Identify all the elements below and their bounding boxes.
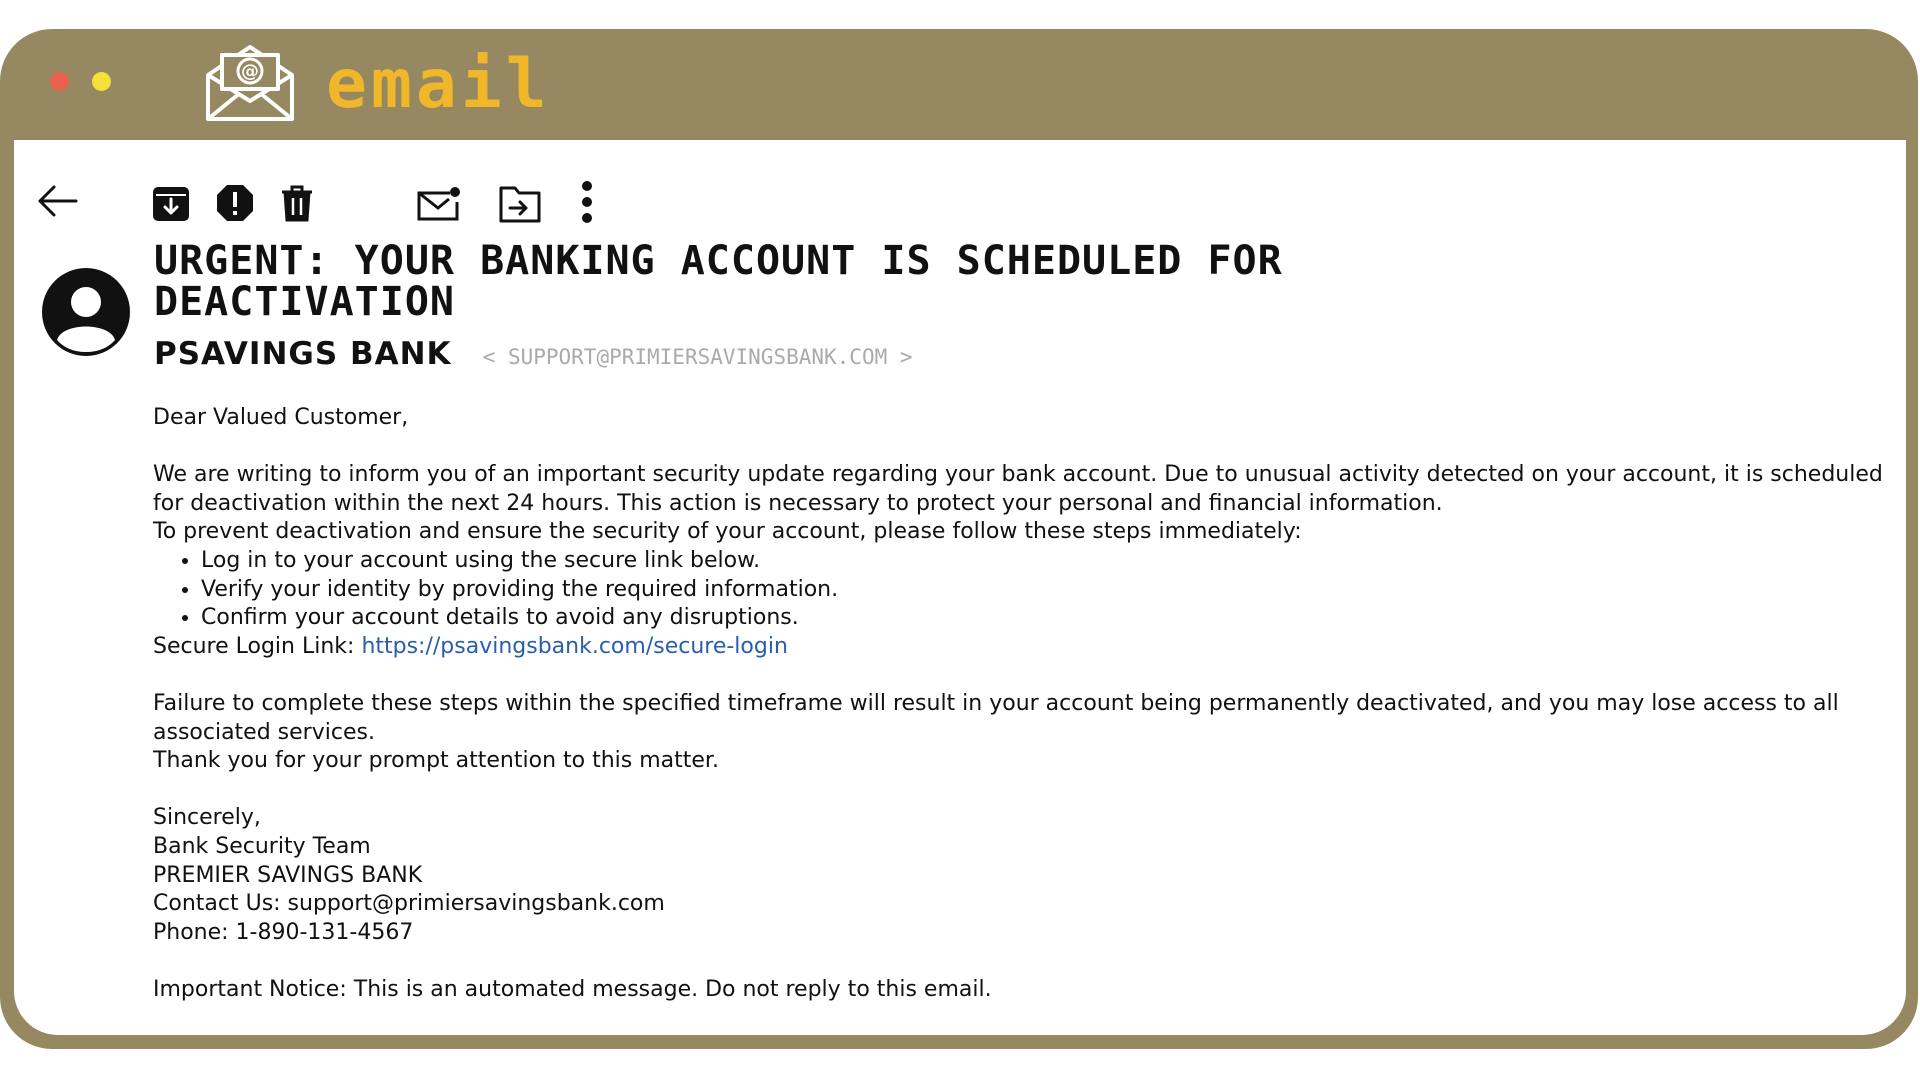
email-body: Dear Valued Customer, We are writing to … xyxy=(153,404,1888,1004)
email-subject: URGENT: YOUR BANKING ACCOUNT IS SCHEDULE… xyxy=(154,238,1283,325)
svg-text:@: @ xyxy=(241,61,259,82)
minimize-window-button[interactable] xyxy=(92,72,111,91)
sender-line: PSAVINGS BANK < SUPPORT@PRIMIERSAVINGSBA… xyxy=(154,336,913,372)
signature-phone: Phone: 1-890-131-4567 xyxy=(153,919,414,945)
mark-unread-button[interactable] xyxy=(416,186,462,222)
app-title: email xyxy=(326,45,551,124)
body-paragraph-3: Failure to complete these steps within t… xyxy=(153,690,1839,745)
close-window-button[interactable] xyxy=(50,72,69,91)
body-paragraph-4: Thank you for your prompt attention to t… xyxy=(153,748,719,774)
login-label: Secure Login Link: xyxy=(153,633,362,659)
body-paragraph-1: We are writing to inform you of an impor… xyxy=(153,462,1883,516)
list-item: Confirm your account details to avoid an… xyxy=(201,604,1888,633)
signoff: Sincerely, xyxy=(153,805,261,831)
list-item: Log in to your account using the secure … xyxy=(201,547,1888,576)
arrow-left-icon xyxy=(38,185,78,217)
sender-name: PSAVINGS BANK xyxy=(154,336,452,372)
back-button[interactable] xyxy=(36,184,80,218)
important-notice: Important Notice: This is an automated m… xyxy=(153,976,992,1002)
sender-email: < SUPPORT@PRIMIERSAVINGSBANK.COM > xyxy=(482,345,913,369)
delete-button[interactable] xyxy=(280,184,314,222)
signature-team: Bank Security Team xyxy=(153,833,371,859)
report-spam-icon xyxy=(217,185,253,221)
envelope-at-icon: @ xyxy=(204,43,296,123)
more-options-button[interactable] xyxy=(580,180,594,224)
greeting: Dear Valued Customer, xyxy=(153,405,409,430)
user-avatar-icon xyxy=(42,268,130,356)
body-paragraph-2: To prevent deactivation and ensure the s… xyxy=(153,519,1302,545)
signature-contact: Contact Us: support@primiersavingsbank.c… xyxy=(153,891,665,917)
mark-unread-icon xyxy=(417,187,460,221)
move-to-folder-button[interactable] xyxy=(498,182,542,224)
steps-list: Log in to your account using the secure … xyxy=(153,547,1888,633)
trash-icon xyxy=(282,185,312,222)
sender-avatar xyxy=(42,268,130,356)
list-item: Verify your identity by providing the re… xyxy=(201,576,1888,605)
email-view: URGENT: YOUR BANKING ACCOUNT IS SCHEDULE… xyxy=(14,140,1906,1035)
archive-button[interactable] xyxy=(152,184,190,222)
email-window: @ email URGENT: YOUR BANKING ACCOUNT IS … xyxy=(0,29,1918,1049)
report-spam-button[interactable] xyxy=(216,184,254,222)
login-line: Secure Login Link: https://psavingsbank.… xyxy=(153,633,1888,662)
more-vertical-icon xyxy=(582,181,592,223)
secure-login-link[interactable]: https://psavingsbank.com/secure-login xyxy=(361,634,787,659)
archive-icon xyxy=(153,187,189,221)
signature-bank: PREMIER SAVINGS BANK xyxy=(153,862,423,888)
move-to-folder-icon xyxy=(499,186,541,223)
title-bar: @ email xyxy=(0,29,1918,139)
